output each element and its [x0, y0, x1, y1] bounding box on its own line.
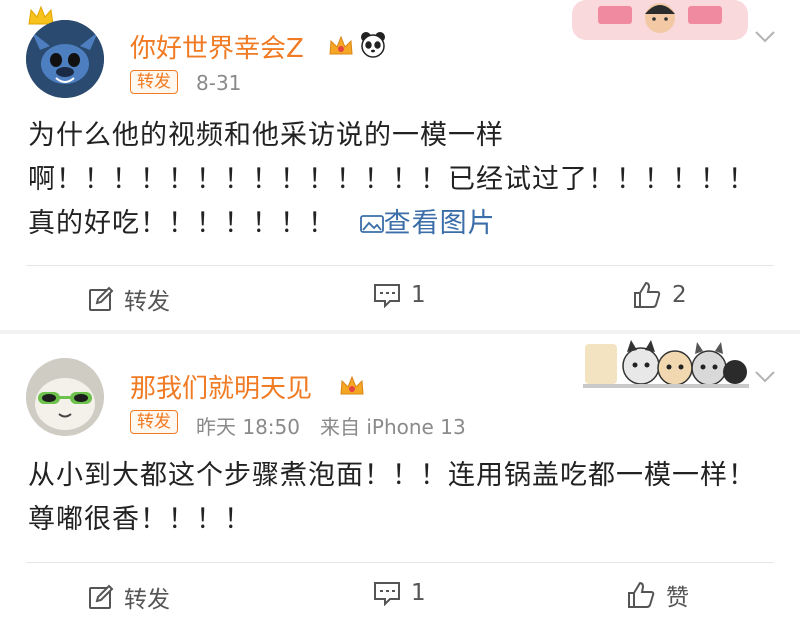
comment-button[interactable]: 1 — [373, 282, 426, 308]
username[interactable]: 那我们就明天见 — [130, 368, 312, 405]
chevron-down-icon[interactable] — [754, 30, 776, 44]
comment-text: 从小到大都这个步骤煮泡面！！！连用锅盖吃都一模一样！尊嘟很香！！！！ — [28, 460, 756, 535]
source-label: 来自 iPhone 13 — [320, 415, 466, 439]
comment-card: 那我们就明天见 转发 昨天 18:50 来自 iPhone 13 从小到大都这个… — [0, 334, 800, 624]
repost-button[interactable]: 转发 — [88, 282, 170, 316]
repost-tag: 转发 — [130, 70, 178, 94]
repost-button[interactable]: 转发 — [88, 580, 170, 614]
comment-text: 为什么他的视频和他采访说的一模一样啊！！！！！！！！！！！！！！已经试过了！！！… — [28, 120, 756, 239]
timestamp: 昨天 18:50 — [196, 415, 300, 439]
username[interactable]: 你好世界幸会Z — [130, 28, 304, 65]
comment-card: 你好世界幸会Z 转发 8-31 为什么他的视频和他采访说的一模一样啊！！！！！！… — [0, 0, 800, 330]
thumbs-up-icon — [628, 581, 655, 608]
comment-icon — [374, 284, 400, 308]
divider — [26, 265, 774, 266]
sticker-decoration — [583, 338, 749, 390]
repost-tag: 转发 — [130, 410, 178, 434]
panda-icon — [361, 32, 385, 58]
chevron-down-icon[interactable] — [754, 370, 776, 384]
view-image-link[interactable]: 查看图片 — [346, 208, 496, 239]
crown-badge-icon — [329, 35, 353, 55]
image-icon — [359, 215, 384, 233]
divider — [26, 562, 774, 563]
like-button[interactable]: 赞 — [626, 578, 689, 612]
edit-icon — [89, 584, 114, 609]
edit-icon — [89, 286, 114, 311]
avatar[interactable] — [26, 358, 104, 436]
timestamp: 8-31 — [196, 71, 242, 95]
thumbs-up-icon — [634, 281, 661, 308]
avatar[interactable] — [26, 20, 104, 98]
crown-badge-icon — [340, 375, 364, 395]
sticker-decoration — [572, 0, 748, 40]
comment-icon — [374, 582, 400, 606]
comment-button[interactable]: 1 — [373, 580, 426, 606]
like-button[interactable]: 2 — [632, 280, 687, 310]
